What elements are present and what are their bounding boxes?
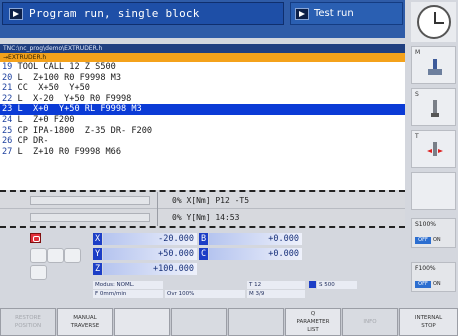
- softkey-restore-position[interactable]: RESTORE POSITION: [0, 308, 56, 336]
- override-info: Ovr 100%: [165, 290, 245, 298]
- cnc-screen: Program run, single block Test run TNC:\…: [0, 0, 458, 336]
- status-area: 0% X[Nm] P12 -T5 0% Y[Nm] 14:53: [0, 190, 405, 228]
- softkey-internal-stop[interactable]: INTERNAL STOP: [399, 308, 458, 336]
- softkey-4[interactable]: [171, 308, 227, 336]
- mode-info: Modus: NOML.: [93, 281, 163, 289]
- softkey-info[interactable]: INFO: [342, 308, 398, 336]
- feed-override[interactable]: F100% OFF ON: [411, 262, 456, 292]
- axis-c: C +0.000: [199, 248, 302, 260]
- stop-icon[interactable]: [30, 233, 41, 243]
- tool-info: T 12: [247, 281, 305, 289]
- status-button[interactable]: [30, 265, 47, 280]
- clock-icon: [416, 5, 451, 39]
- softkey-3[interactable]: [114, 308, 170, 336]
- axis-x: X -20.000: [93, 233, 197, 245]
- program-line[interactable]: 19 TOOL CALL 12 Z S500: [0, 62, 405, 73]
- status-row1: 0% X[Nm] P12 -T5: [172, 196, 250, 205]
- axis-b: B +0.000: [199, 233, 302, 245]
- program-line[interactable]: 26 CP DR-: [0, 136, 405, 147]
- machine-icon: [428, 59, 442, 75]
- axis-y: Y +50.000: [93, 248, 197, 260]
- program-path: TNC:\nc_prog\demo\EXTRUDER.h: [0, 44, 405, 53]
- status-row2: 0% Y[Nm] 14:53: [172, 213, 240, 222]
- program-line[interactable]: 21 CC X+50 Y+50: [0, 83, 405, 94]
- softkey-manual-traverse[interactable]: MANUAL TRAVERSE: [57, 308, 113, 336]
- empty-side-button[interactable]: [411, 172, 456, 210]
- main-mode-label: Program run, single block: [29, 7, 200, 20]
- program-line[interactable]: 22 L X-20 Y+50 R0 F9998: [0, 94, 405, 105]
- program-listing[interactable]: 19 TOOL CALL 12 Z S500 20 L Z+100 R0 F99…: [0, 62, 405, 190]
- m-function-button[interactable]: M: [411, 46, 456, 84]
- mfunc-info: M 3/9: [247, 290, 305, 298]
- program-line-selected[interactable]: 23 L X+0 Y+50 RL F9998 M3: [0, 104, 405, 115]
- main-mode-tab[interactable]: Program run, single block: [2, 2, 284, 25]
- status-button[interactable]: [47, 248, 64, 263]
- secondary-mode-label: Test run: [314, 8, 354, 19]
- program-run-icon: [9, 7, 23, 20]
- status-slot: [30, 213, 150, 222]
- axis-z: Z +100.000: [93, 263, 197, 275]
- tool-change-icon: [427, 142, 443, 156]
- status-slot: [30, 196, 150, 205]
- feed-info: F 0mm/min: [93, 290, 163, 298]
- spindle-override[interactable]: S100% OFF ON: [411, 218, 456, 248]
- clock[interactable]: [411, 2, 456, 42]
- tool-button[interactable]: T: [411, 130, 456, 168]
- status-button[interactable]: [64, 248, 81, 263]
- program-line[interactable]: 27 L Z+10 R0 F9998 M66: [0, 147, 405, 158]
- secondary-mode-tab[interactable]: Test run: [290, 2, 403, 25]
- softkey-bar: RESTORE POSITION MANUAL TRAVERSE Q PARAMETE…: [0, 308, 458, 336]
- spindle-icon: [309, 281, 316, 288]
- header-bar: Program run, single block Test run: [0, 0, 405, 38]
- program-line[interactable]: 20 L Z+100 R0 F9998 M3: [0, 73, 405, 84]
- spindle-button[interactable]: S: [411, 88, 456, 126]
- status-button[interactable]: [30, 248, 47, 263]
- program-line[interactable]: 24 L Z+0 F200: [0, 115, 405, 126]
- spindle-tool-icon: [431, 100, 439, 117]
- softkey-5[interactable]: [228, 308, 284, 336]
- test-run-icon: [295, 7, 309, 20]
- program-line[interactable]: 25 CP IPA-1800 Z-35 DR- F200: [0, 126, 405, 137]
- softkey-q-parameter-list[interactable]: Q PARAMETER LIST: [285, 308, 341, 336]
- program-file: →EXTRUDER.h: [0, 53, 405, 62]
- spindle-info: S 500: [317, 281, 357, 289]
